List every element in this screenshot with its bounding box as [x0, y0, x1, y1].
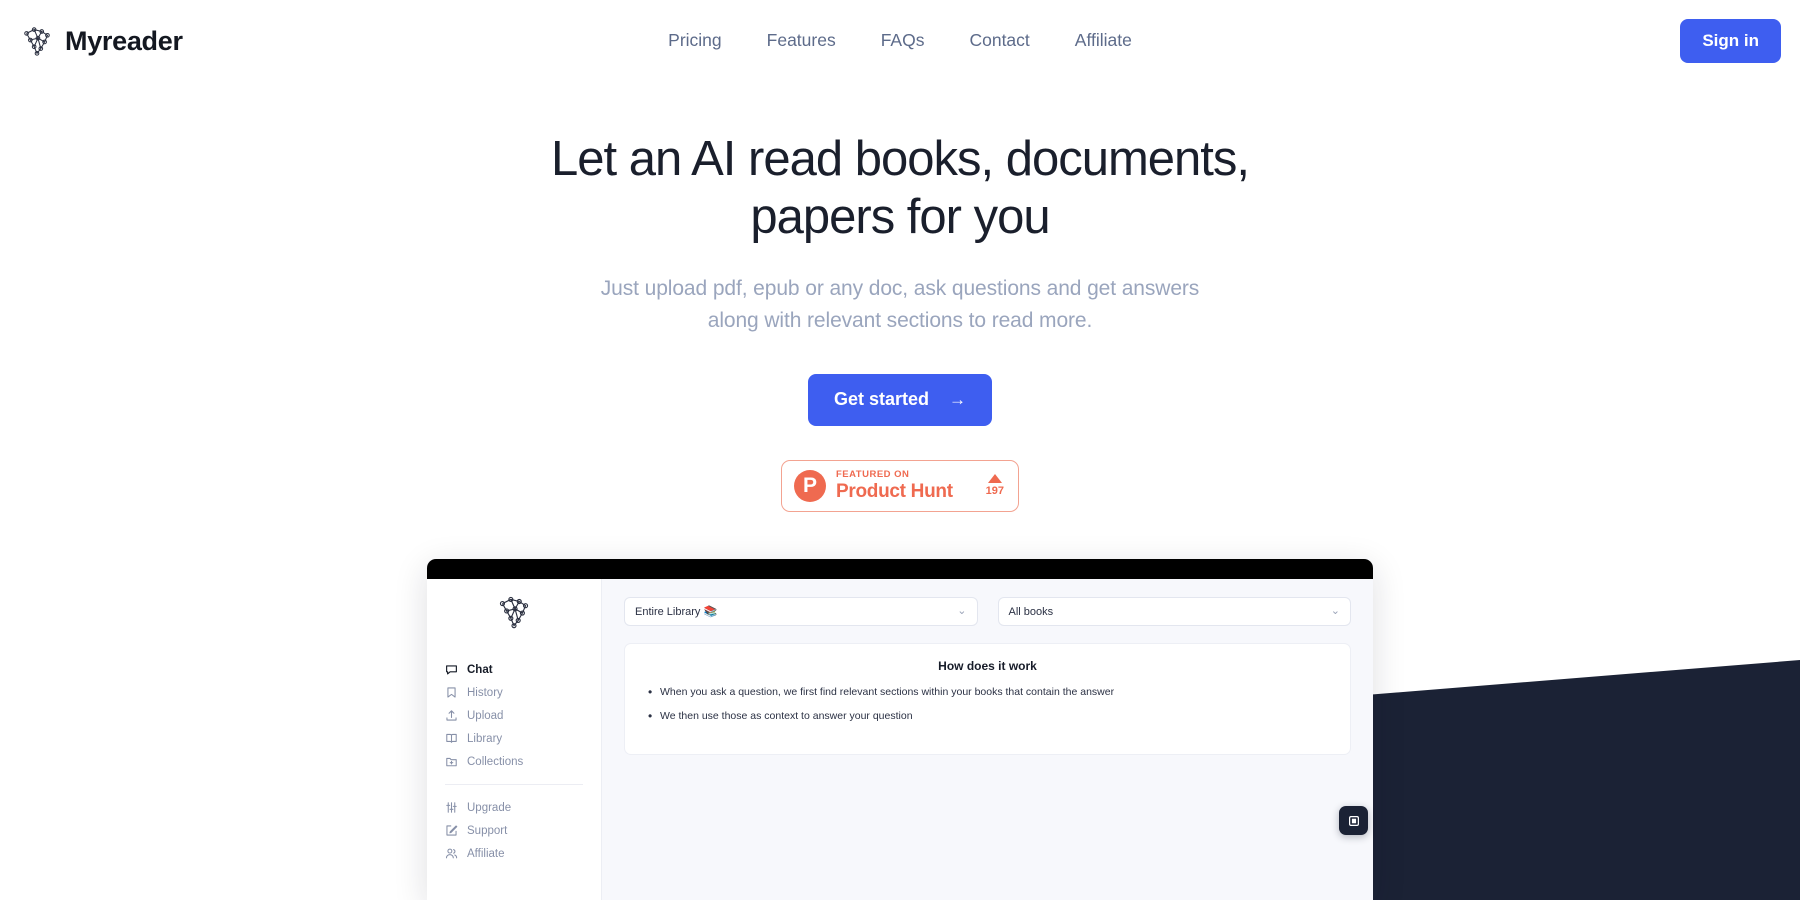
sidebar-item-upload[interactable]: Upload — [427, 704, 601, 727]
book-square-icon-button[interactable] — [1339, 806, 1368, 835]
book-open-icon — [446, 733, 457, 743]
sidebar-item-label: Collections — [467, 755, 524, 768]
sidebar-item-label: Support — [467, 824, 508, 837]
get-started-label: Get started — [833, 389, 930, 410]
product-hunt-container: P FEATURED ON Product Hunt 197 — [0, 459, 1800, 512]
landing-page: Myreader Pricing Features FAQs Contact A… — [0, 0, 1800, 900]
sidebar-item-label: Affiliate — [467, 847, 505, 860]
cta-container: Get started → — [0, 373, 1800, 426]
network-graph-icon — [493, 591, 535, 638]
app-window-titlebar — [427, 559, 1373, 579]
sidebar-item-label: Chat — [467, 663, 493, 676]
get-started-button[interactable]: Get started → — [807, 373, 993, 426]
site-header: Myreader Pricing Features FAQs Contact A… — [0, 0, 1800, 82]
upvote-count: 197 — [985, 485, 1004, 498]
sidebar-item-collections[interactable]: Collections — [427, 750, 601, 773]
list-item: When you ask a question, we first find r… — [645, 684, 1330, 700]
nav-link-affiliate[interactable]: Affiliate — [1075, 30, 1132, 51]
book-filter-value: All books — [1008, 605, 1054, 618]
product-hunt-logo-icon: P — [794, 469, 826, 502]
product-hunt-text: FEATURED ON Product Hunt — [836, 470, 976, 502]
product-hunt-upvote[interactable]: 197 — [986, 474, 1006, 497]
product-hunt-kicker: FEATURED ON — [836, 468, 910, 480]
app-window-body: Chat History Upload Library Collections … — [427, 579, 1373, 900]
brand-name: Myreader — [65, 25, 183, 56]
book-filter-select[interactable]: All books ⌄ — [997, 597, 1351, 626]
sign-in-button[interactable]: Sign in — [1680, 19, 1781, 63]
bookmark-icon — [447, 687, 456, 698]
sidebar-divider — [445, 784, 583, 785]
nav-link-features[interactable]: Features — [767, 30, 836, 51]
product-hunt-logo-letter: P — [802, 473, 817, 497]
nav-link-pricing[interactable]: Pricing — [668, 30, 722, 51]
sidebar-item-label: Upgrade — [467, 801, 512, 814]
upload-icon — [446, 710, 457, 721]
chevron-down-icon: ⌄ — [1330, 605, 1340, 617]
library-scope-value: Entire Library 📚 — [635, 606, 718, 618]
filter-bar: Entire Library 📚 ⌄ All books ⌄ — [624, 597, 1351, 626]
folder-plus-icon — [446, 757, 457, 767]
list-item: We then use those as context to answer y… — [645, 708, 1330, 724]
page-title: Let an AI read books, documents, papers … — [550, 132, 1250, 245]
hero-section: Let an AI read books, documents, papers … — [0, 130, 1800, 512]
chat-bubble-icon — [446, 665, 457, 675]
chevron-down-icon: ⌄ — [957, 605, 967, 617]
triangle-up-icon — [987, 474, 1002, 484]
sidebar-item-label: History — [467, 686, 503, 699]
app-sidebar: Chat History Upload Library Collections … — [427, 579, 602, 900]
card-title: How does it work — [938, 659, 1037, 673]
sidebar-item-library[interactable]: Library — [427, 727, 601, 750]
brand-logo[interactable]: Myreader — [18, 22, 183, 60]
main-nav: Pricing Features FAQs Contact Affiliate — [668, 30, 1132, 51]
book-square-icon — [1348, 815, 1359, 826]
how-it-works-card: How does it work When you ask a question… — [624, 643, 1351, 755]
arrow-right-icon: → — [949, 390, 967, 410]
sidebar-item-chat[interactable]: Chat — [427, 658, 601, 681]
sidebar-item-upgrade[interactable]: Upgrade — [427, 796, 601, 819]
library-scope-select[interactable]: Entire Library 📚 ⌄ — [624, 597, 978, 626]
network-graph-icon — [18, 22, 56, 60]
sidebar-item-label: Library — [467, 732, 503, 745]
app-preview-window: Chat History Upload Library Collections … — [427, 559, 1373, 900]
product-hunt-badge[interactable]: P FEATURED ON Product Hunt 197 — [781, 459, 1019, 512]
sidebar-item-label: Upload — [467, 709, 504, 722]
hero-subtitle: Just upload pdf, epub or any doc, ask qu… — [600, 276, 1200, 333]
sidebar-item-history[interactable]: History — [427, 681, 601, 704]
product-hunt-title: Product Hunt — [836, 481, 953, 503]
app-sidebar-logo — [427, 591, 601, 638]
users-icon — [445, 848, 458, 859]
sidebar-item-affiliate[interactable]: Affiliate — [427, 842, 601, 865]
nav-link-contact[interactable]: Contact — [969, 30, 1029, 51]
how-it-works-list: When you ask a question, we first find r… — [645, 684, 1330, 724]
app-main-content: Entire Library 📚 ⌄ All books ⌄ How does … — [602, 579, 1373, 900]
nav-link-faqs[interactable]: FAQs — [881, 30, 925, 51]
sidebar-item-support[interactable]: Support — [427, 819, 601, 842]
edit-square-icon — [446, 825, 458, 836]
sliders-icon — [446, 802, 457, 813]
